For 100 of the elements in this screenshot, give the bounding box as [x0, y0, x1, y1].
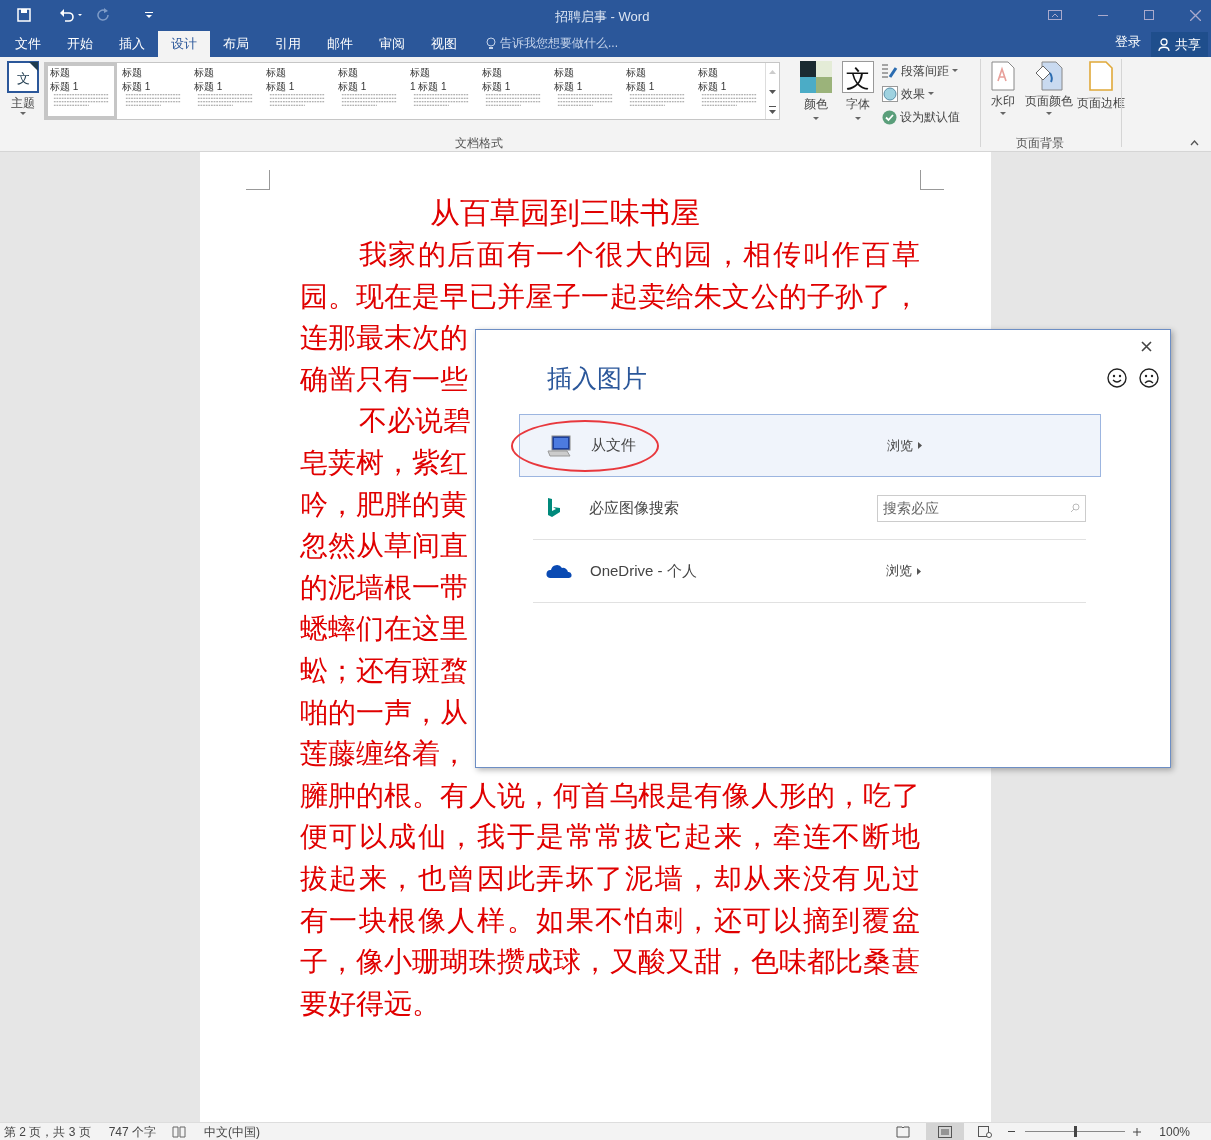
picture-source-row[interactable]: OneDrive - 个人 浏览: [533, 540, 1086, 603]
paragraph-line: 便可以成仙，我于是常常拔它起来，牵连不断地: [299, 820, 920, 855]
effects-button[interactable]: 效果: [882, 84, 960, 104]
theme-button[interactable]: 文 主题: [5, 61, 41, 151]
style-thumbnail[interactable]: 标题 标题 1: [45, 63, 117, 119]
share-button[interactable]: 共享: [1151, 32, 1208, 57]
color-palette-icon: [800, 61, 832, 93]
letter-b-icon: [546, 497, 562, 519]
customize-icon[interactable]: [145, 11, 153, 19]
ribbon-tab[interactable]: 审阅: [366, 31, 418, 57]
paint-bucket-page-icon: [1034, 61, 1064, 91]
paragraph-line: 要好得远。: [299, 986, 440, 1021]
word-count[interactable]: 747 个字: [108, 1122, 157, 1140]
ribbon-tab[interactable]: 引用: [262, 31, 314, 57]
margin-corner-mark: [919, 170, 944, 190]
paragraph-line: 忽然从草间直: [299, 529, 468, 564]
ribbon-tab[interactable]: 插入: [106, 31, 158, 57]
margin-corner-mark: [245, 170, 270, 190]
colors-button[interactable]: 颜色: [800, 61, 832, 151]
caret-icon: [918, 442, 922, 449]
style-title: 标题: [626, 66, 647, 80]
picture-source-row[interactable]: 必应图像搜索 搜索必应: [533, 477, 1086, 540]
read-mode-icon[interactable]: [896, 1125, 911, 1138]
ribbon-tab[interactable]: 邮件: [314, 31, 366, 57]
language-indicator[interactable]: 中文(中国): [204, 1122, 261, 1140]
paragraph-spacing-button[interactable]: 段落间距: [882, 61, 960, 81]
fonts-button[interactable]: 文 字体: [842, 61, 874, 151]
caret-icon: [928, 92, 934, 96]
zoom-percent[interactable]: 100%: [1159, 1122, 1190, 1140]
style-title: 标题: [482, 66, 503, 80]
frown-icon[interactable]: [1139, 368, 1159, 388]
source-label: 必应图像搜索: [589, 497, 681, 518]
paragraph-line: 啪的一声，从: [299, 695, 468, 730]
style-heading: 标题 1: [194, 81, 224, 93]
paragraph-spacing-icon: [882, 63, 898, 79]
paragraph-line: 拔起来，也曾因此弄坏了泥墙，却从来没有见过: [299, 861, 920, 896]
caret-icon: [20, 112, 26, 116]
paragraph-line: 皂荚树，紫红: [299, 445, 468, 480]
checkmark-icon: [882, 109, 897, 125]
ribbon-tab[interactable]: 布局: [210, 31, 262, 57]
paragraph-line: 吟，肥胖的黄: [299, 487, 468, 522]
style-heading: 标题 1: [50, 81, 80, 93]
close-icon[interactable]: [1141, 341, 1152, 352]
paragraph-line: 我家的后面有一个很大的园，相传叫作百草: [358, 238, 920, 272]
tell-me-field[interactable]: 告诉我您想要做什么...: [500, 34, 618, 52]
browse-link[interactable]: 浏览: [887, 435, 922, 456]
caret-icon: [813, 117, 819, 121]
style-heading: 标题 1: [698, 81, 728, 93]
set-default-button[interactable]: 设为默认值: [882, 107, 960, 127]
lightbulb-icon: [486, 37, 496, 50]
web-layout-icon[interactable]: [978, 1125, 993, 1138]
ribbon-tab[interactable]: 开始: [54, 31, 106, 57]
paragraph-line: 臃肿的根。有人说，何首乌根是有像人形的，吃了: [299, 778, 920, 813]
browse-link[interactable]: 浏览: [886, 561, 921, 581]
circle-icon: [882, 86, 898, 102]
watermark-page-icon: [991, 61, 1015, 91]
zoom-slider[interactable]: [1025, 1126, 1126, 1137]
maximize-icon[interactable]: [1144, 10, 1154, 20]
ribbon-tab[interactable]: 设计: [158, 31, 210, 57]
style-heading: 1 标题 1: [410, 81, 448, 93]
style-heading: 标题 1: [626, 81, 656, 93]
caret-icon: [917, 567, 921, 575]
document-title: 从百草园到三味书屋: [428, 195, 701, 231]
sign-in-link[interactable]: 登录: [1115, 31, 1141, 51]
caret-icon: [855, 117, 861, 121]
zoom-slider-thumb[interactable]: [1073, 1126, 1077, 1137]
save-icon[interactable]: [17, 8, 31, 22]
style-title: 标题: [122, 66, 143, 80]
redo-icon[interactable]: [97, 8, 111, 22]
proofing-icon[interactable]: [172, 1125, 187, 1138]
theme-icon: 文: [7, 61, 39, 93]
page-color-button[interactable]: 页面颜色: [1025, 61, 1073, 116]
font-icon: 文: [842, 61, 874, 93]
collapse-ribbon-icon[interactable]: [1190, 140, 1199, 146]
computer-icon: [547, 434, 573, 457]
group-label: 页面背景: [1016, 135, 1064, 152]
cloud-icon: [546, 563, 572, 579]
zoom-in-icon[interactable]: [1133, 1127, 1142, 1136]
style-title: 标题: [50, 66, 71, 80]
search-icon: [1070, 503, 1080, 513]
ribbon-tab[interactable]: 视图: [418, 31, 470, 57]
ribbon-tab[interactable]: 文件: [2, 31, 54, 57]
style-title: 标题: [554, 66, 575, 80]
style-title: 标题: [338, 66, 359, 80]
watermark-button[interactable]: 水印: [991, 61, 1015, 116]
ribbon-options-icon[interactable]: [1048, 10, 1062, 20]
paragraph-line: 园。现在是早已并屋子一起卖给朱文公的子孙了，: [299, 279, 920, 314]
print-layout-button[interactable]: [926, 1123, 965, 1140]
paragraph-line: 蚣；还有斑蝥: [299, 653, 468, 688]
search-field[interactable]: 搜索必应: [877, 494, 1086, 522]
undo-icon[interactable]: [59, 8, 83, 22]
page-count[interactable]: 第 2 页，共 3 页: [4, 1122, 91, 1140]
paragraph-line: 莲藤缠络着，: [299, 737, 468, 772]
style-heading: 标题 1: [122, 81, 152, 93]
source-label: 从文件: [591, 435, 637, 456]
smiley-icon[interactable]: [1107, 368, 1127, 388]
group-label: 文档格式: [455, 135, 503, 152]
caret-icon: [1000, 112, 1006, 116]
paragraph-line: 有一块根像人样。如果不怕刺，还可以摘到覆盆: [299, 903, 920, 938]
dialog-title: 插入图片: [547, 363, 647, 394]
